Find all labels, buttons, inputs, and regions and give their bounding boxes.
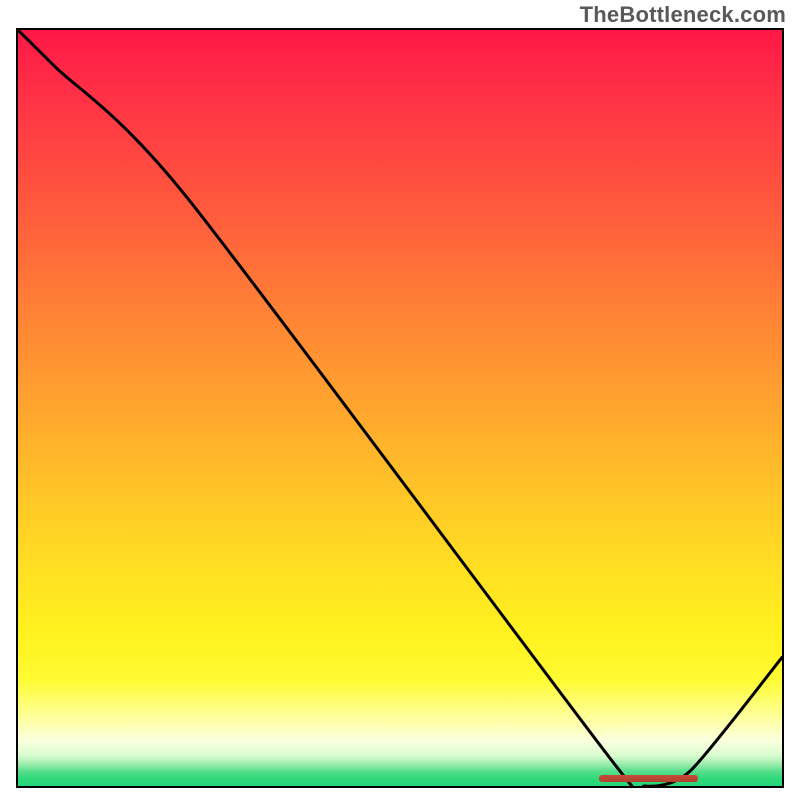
attribution-text: TheBottleneck.com	[580, 2, 786, 28]
chart-stage: TheBottleneck.com	[0, 0, 800, 800]
plot-frame	[16, 28, 784, 788]
plot-gradient-background	[18, 30, 782, 786]
minimum-marker	[599, 775, 698, 782]
